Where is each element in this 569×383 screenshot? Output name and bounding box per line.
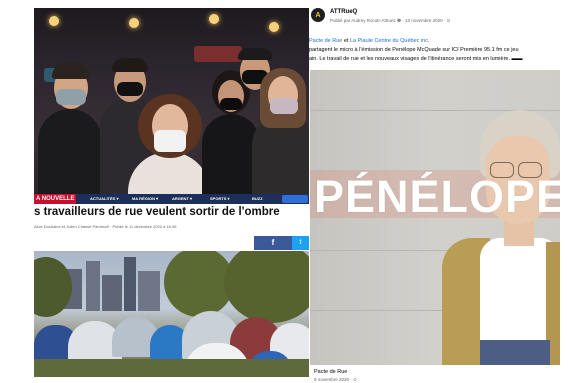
avatar-letter: A — [315, 11, 321, 19]
person-jeans — [480, 340, 550, 365]
bar-sign — [194, 46, 242, 62]
news-brand-logo[interactable]: A NOUVELLE — [34, 194, 76, 204]
post-text-line: partagent le micro à l'émission de Penél… — [309, 47, 519, 53]
ceiling-light — [129, 18, 139, 28]
nav-item-actualites[interactable]: ACTUALITÉS ▾ — [90, 194, 118, 204]
city-building — [86, 261, 100, 311]
mention-link-pacte-de-rue[interactable]: Pacte de Rue — [309, 38, 342, 44]
article-byline: Alice Duchaine et Julien Chassé Pamesoll… — [34, 224, 177, 229]
nav-item-buzz[interactable]: BUZZ — [252, 194, 263, 204]
graphic-title: PÉNÉLOPE — [314, 171, 560, 222]
penelope-promo-image[interactable]: PÉNÉLOPE — [310, 70, 560, 365]
face-mask — [117, 82, 143, 96]
face-mask — [154, 130, 186, 152]
face-mask — [270, 98, 298, 114]
article-headline[interactable]: s travailleurs de rue veulent sortir de … — [34, 206, 309, 218]
share-twitter-button[interactable]: t — [292, 236, 309, 250]
post-text-line: ain. Le travail de rue et les nouveaux v… — [309, 56, 523, 62]
post-meta: Publié par Audrey Rocotr-Attruez ❷ · 10 … — [330, 18, 451, 23]
ceiling-light — [49, 16, 59, 26]
mention-link-la-piaule[interactable]: La Piaule Centre du Québec inc. — [350, 38, 430, 44]
news-nav-bar: A NOUVELLE ACTUALITÉS ▾ MA RÉGION ▾ ARGE… — [34, 194, 309, 204]
tree — [224, 251, 309, 323]
page-name-link[interactable]: ATTRueQ — [330, 9, 357, 15]
nav-item-ma-region[interactable]: MA RÉGION ▾ — [132, 194, 158, 204]
group-photo — [34, 8, 309, 194]
city-building — [102, 275, 122, 311]
grass — [34, 359, 309, 377]
nav-item-sports[interactable]: SPORTS ▾ — [210, 194, 230, 204]
facebook-post: A ATTRueQ Publié par Audrey Rocotr-Attru… — [309, 8, 560, 382]
nav-item-argent[interactable]: ARGENT ▾ — [172, 194, 192, 204]
face-mask — [220, 98, 242, 110]
page-avatar[interactable]: A — [311, 8, 325, 22]
city-building — [138, 271, 160, 311]
post-text-connector: et — [342, 38, 350, 44]
post-text-line: Pacte de Rue et La Piaule Centre du Québ… — [309, 38, 429, 44]
ceiling-light — [209, 14, 219, 24]
ceiling-light — [269, 22, 279, 32]
tent-camp-photo — [34, 251, 309, 377]
link-preview-title[interactable]: Pacte de Rue — [314, 369, 347, 375]
face-mask — [56, 89, 86, 105]
nav-search-button[interactable] — [282, 195, 308, 203]
share-facebook-button[interactable]: f — [254, 236, 292, 250]
city-building — [124, 257, 136, 311]
